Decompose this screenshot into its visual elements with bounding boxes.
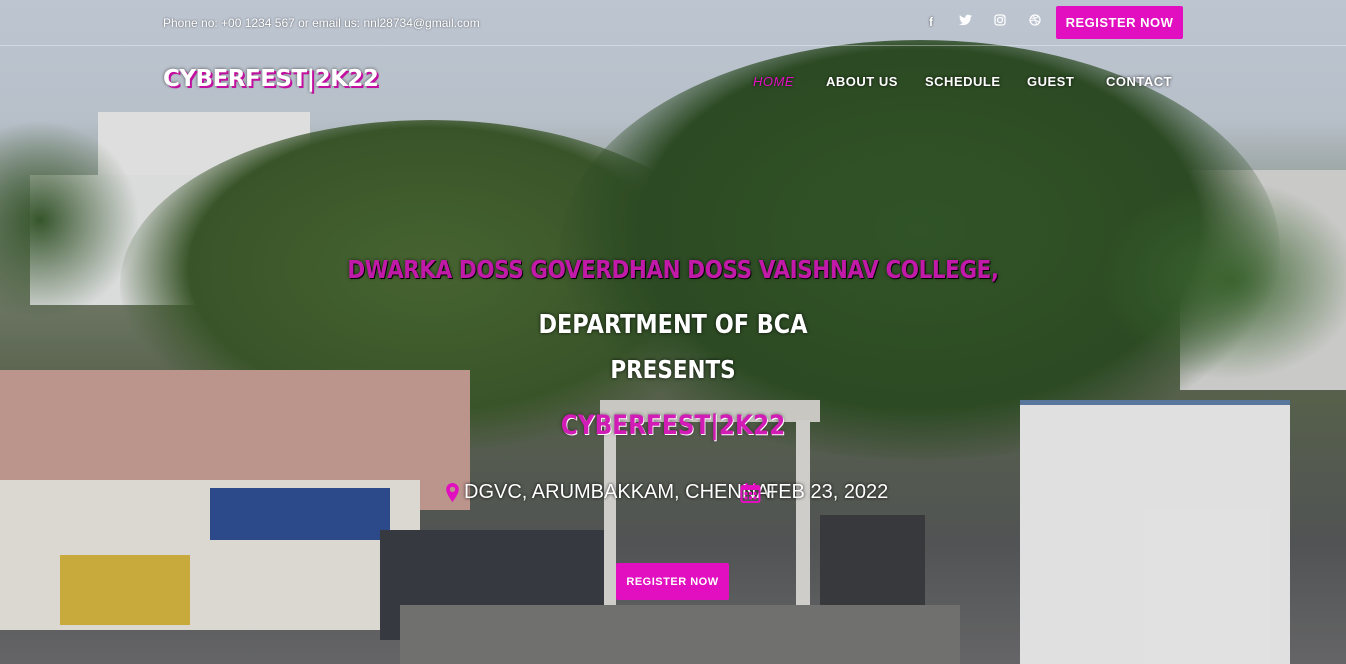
register-now-button-top[interactable]: REGISTER NOW: [1056, 6, 1183, 39]
nav-item-guest[interactable]: GUEST: [1027, 74, 1074, 89]
calendar-icon: [740, 483, 761, 508]
map-marker-icon: [446, 483, 459, 507]
event-date: FEB 23, 2022: [766, 481, 889, 503]
instagram-icon[interactable]: [991, 13, 1009, 31]
nav-item-schedule[interactable]: SCHEDULE: [925, 74, 1001, 89]
event-location: DGVC, ARUMBAKKAM, CHENNAI: [464, 481, 776, 503]
facebook-icon[interactable]: f: [922, 13, 940, 31]
department-title: DEPARTMENT OF BCA: [538, 310, 808, 340]
register-now-button-hero[interactable]: REGISTER NOW: [616, 563, 729, 600]
nav-item-contact[interactable]: CONTACT: [1106, 74, 1172, 89]
site-logo[interactable]: CYBERFEST|2K22: [163, 66, 379, 92]
twitter-icon[interactable]: [956, 13, 974, 31]
nav-item-home[interactable]: HOME: [753, 74, 794, 89]
college-name: DWARKA DOSS GOVERDHAN DOSS VAISHNAV COLL…: [347, 255, 999, 284]
dribbble-icon[interactable]: [1026, 13, 1044, 31]
contact-info: Phone no: +00 1234 567 or email us: nnl2…: [163, 16, 480, 30]
top-bar: Phone no: +00 1234 567 or email us: nnl2…: [0, 0, 1346, 46]
presents-text: PRESENTS: [610, 355, 736, 384]
nav-item-about-us[interactable]: ABOUT US: [826, 74, 898, 89]
event-title: CYBERFEST|2K22: [560, 410, 786, 441]
